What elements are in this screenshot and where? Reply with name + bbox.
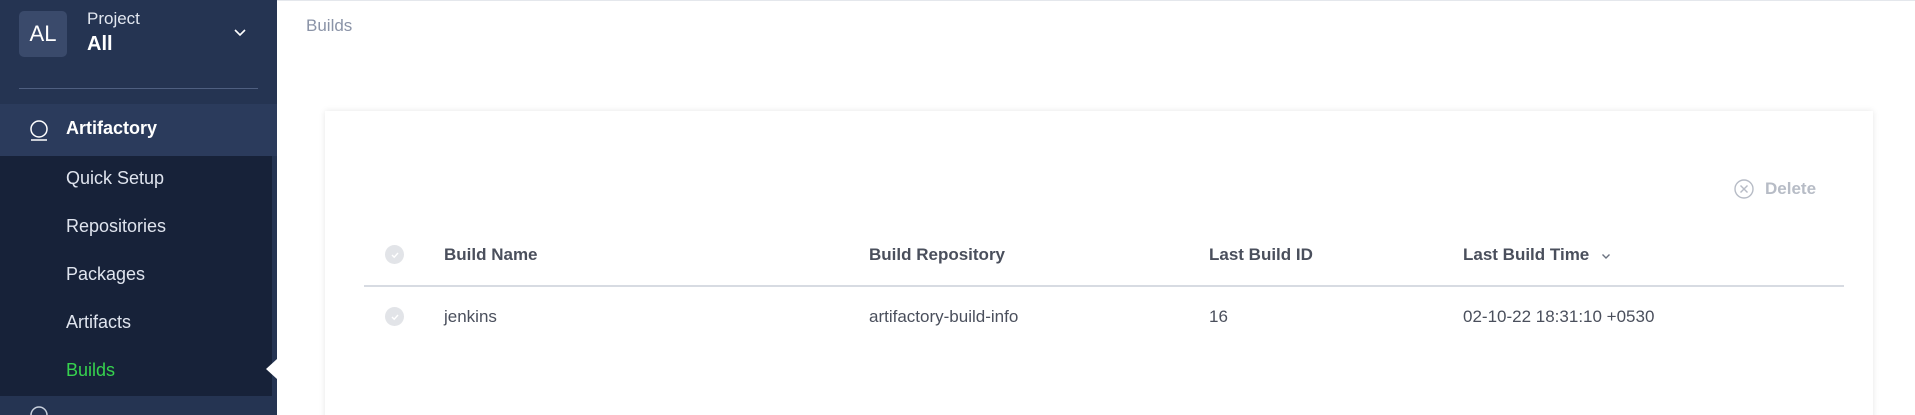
column-header-last-build-id[interactable]: Last Build ID: [1209, 245, 1313, 265]
check-icon: [391, 252, 399, 258]
sidebar-item-packages[interactable]: Packages: [66, 264, 145, 285]
delete-label: Delete: [1765, 179, 1817, 198]
builds-card: [325, 111, 1873, 415]
chevron-down-icon[interactable]: [233, 25, 247, 39]
select-all-checkbox[interactable]: [385, 245, 404, 264]
cell-last-build-time: 02-10-22 18:31:10 +0530: [1463, 307, 1655, 326]
breadcrumb: Builds: [306, 16, 353, 35]
delete-icon: [1734, 179, 1754, 199]
sort-descending-icon[interactable]: [1600, 250, 1612, 262]
cell-build-repository: artifactory-build-info: [869, 307, 1019, 326]
row-checkbox[interactable]: [385, 307, 404, 326]
sidebar-divider: [19, 88, 258, 89]
cell-build-name[interactable]: jenkins: [444, 307, 497, 327]
cell-last-build-id: 16: [1209, 307, 1228, 326]
column-header-label: Last Build Time: [1463, 245, 1590, 264]
sidebar-item-repositories[interactable]: Repositories: [66, 216, 166, 237]
sidebar-item-artifacts[interactable]: Artifacts: [66, 312, 131, 333]
sidebar-submenu: Quick Setup Repositories Packages Artifa…: [0, 156, 272, 396]
project-value: All: [87, 33, 113, 55]
sidebar-section-label: Artifactory: [66, 118, 158, 138]
sidebar-item-builds[interactable]: Builds: [66, 360, 115, 381]
delete-button[interactable]: Delete: [1733, 177, 1816, 201]
table-header-divider: [364, 285, 1844, 287]
project-label: Project: [87, 9, 140, 28]
sidebar-section-artifactory[interactable]: Artifactory: [0, 104, 277, 156]
column-header-last-build-time[interactable]: Last Build Time: [1463, 245, 1612, 265]
next-section-icon[interactable]: [28, 404, 50, 415]
active-item-pointer: [266, 359, 277, 379]
column-header-build-repository[interactable]: Build Repository: [869, 245, 1005, 265]
project-selector[interactable]: AL Project All: [0, 0, 277, 88]
column-header-build-name[interactable]: Build Name: [444, 245, 538, 265]
sidebar-item-quick-setup[interactable]: Quick Setup: [66, 168, 164, 189]
top-divider: [277, 0, 1915, 1]
sidebar: AL Project All Artifactory Quick Setup R…: [0, 0, 277, 415]
check-icon: [391, 314, 399, 320]
artifactory-icon: [30, 120, 48, 141]
project-avatar: AL: [19, 11, 67, 57]
